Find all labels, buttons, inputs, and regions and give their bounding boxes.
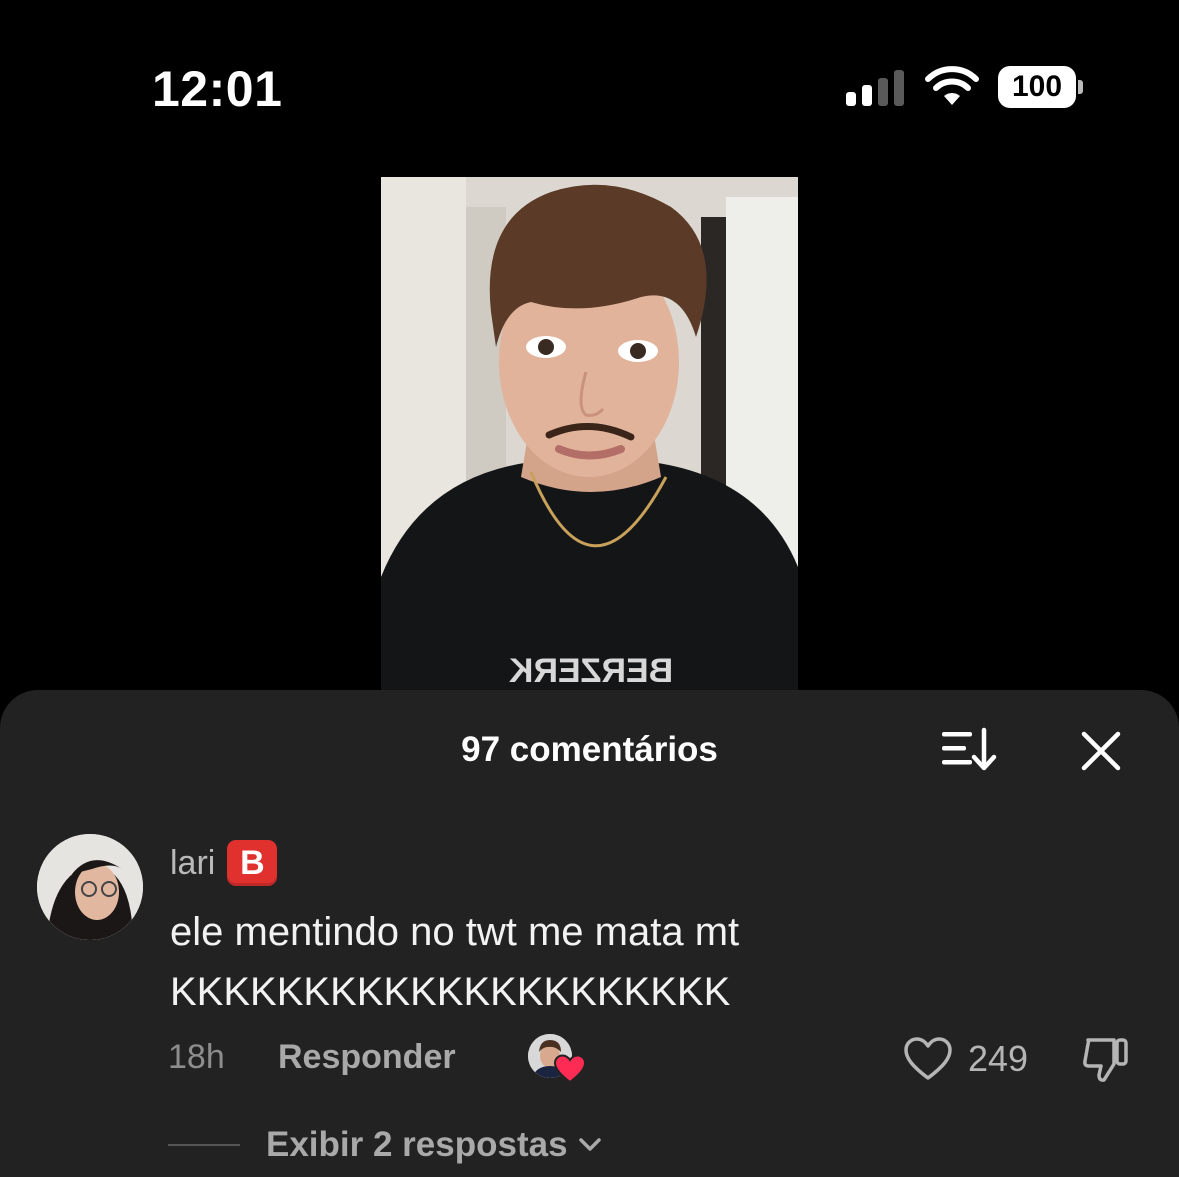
wifi-icon [925,66,979,105]
b-badge-icon: B [227,840,278,886]
chevron-down-icon [578,1138,601,1151]
liked-by-creator-indicator [528,1034,586,1086]
shirt-text: BERZERK [508,652,673,690]
status-time: 12:01 [152,61,283,117]
comments-count-title: 97 comentários [461,730,718,769]
view-replies-button[interactable]: Exibir 2 respostas [168,1122,604,1168]
commenter-avatar[interactable] [37,834,143,940]
video-player[interactable]: BERZERK [381,177,798,690]
battery-nub [1078,80,1083,94]
sort-icon[interactable] [940,726,998,772]
close-icon[interactable] [1078,728,1124,774]
dislike-icon[interactable] [1080,1034,1132,1086]
comment-meta-row: 18h Responder 249 [168,1034,1148,1084]
view-replies-label: Exibir 2 respostas [266,1125,568,1164]
like-count: 249 [968,1038,1029,1079]
cellular-signal-icon [846,70,904,106]
video-frame: BERZERK [381,177,798,690]
replies-divider [168,1144,240,1146]
comment-username[interactable]: lari B [170,840,278,886]
comment-time: 18h [168,1038,225,1076]
username-text: lari [170,843,216,882]
comment-body: ele mentindo no twt me mata mt KKKKKKKKK… [170,902,1070,1022]
comment-line-1: ele mentindo no twt me mata mt [170,910,740,954]
battery-icon: 100 [998,66,1084,108]
reply-button[interactable]: Responder [278,1038,456,1077]
comment-line-2: KKKKKKKKKKKKKKKKKKKKK [170,970,731,1014]
comments-sheet: 97 comentários lari B ele mentindo no tw… [0,690,1179,1177]
heart-icon[interactable] [902,1034,954,1084]
creator-heart-icon [554,1054,586,1084]
battery-level: 100 [998,66,1076,108]
avatar-image [37,834,143,940]
